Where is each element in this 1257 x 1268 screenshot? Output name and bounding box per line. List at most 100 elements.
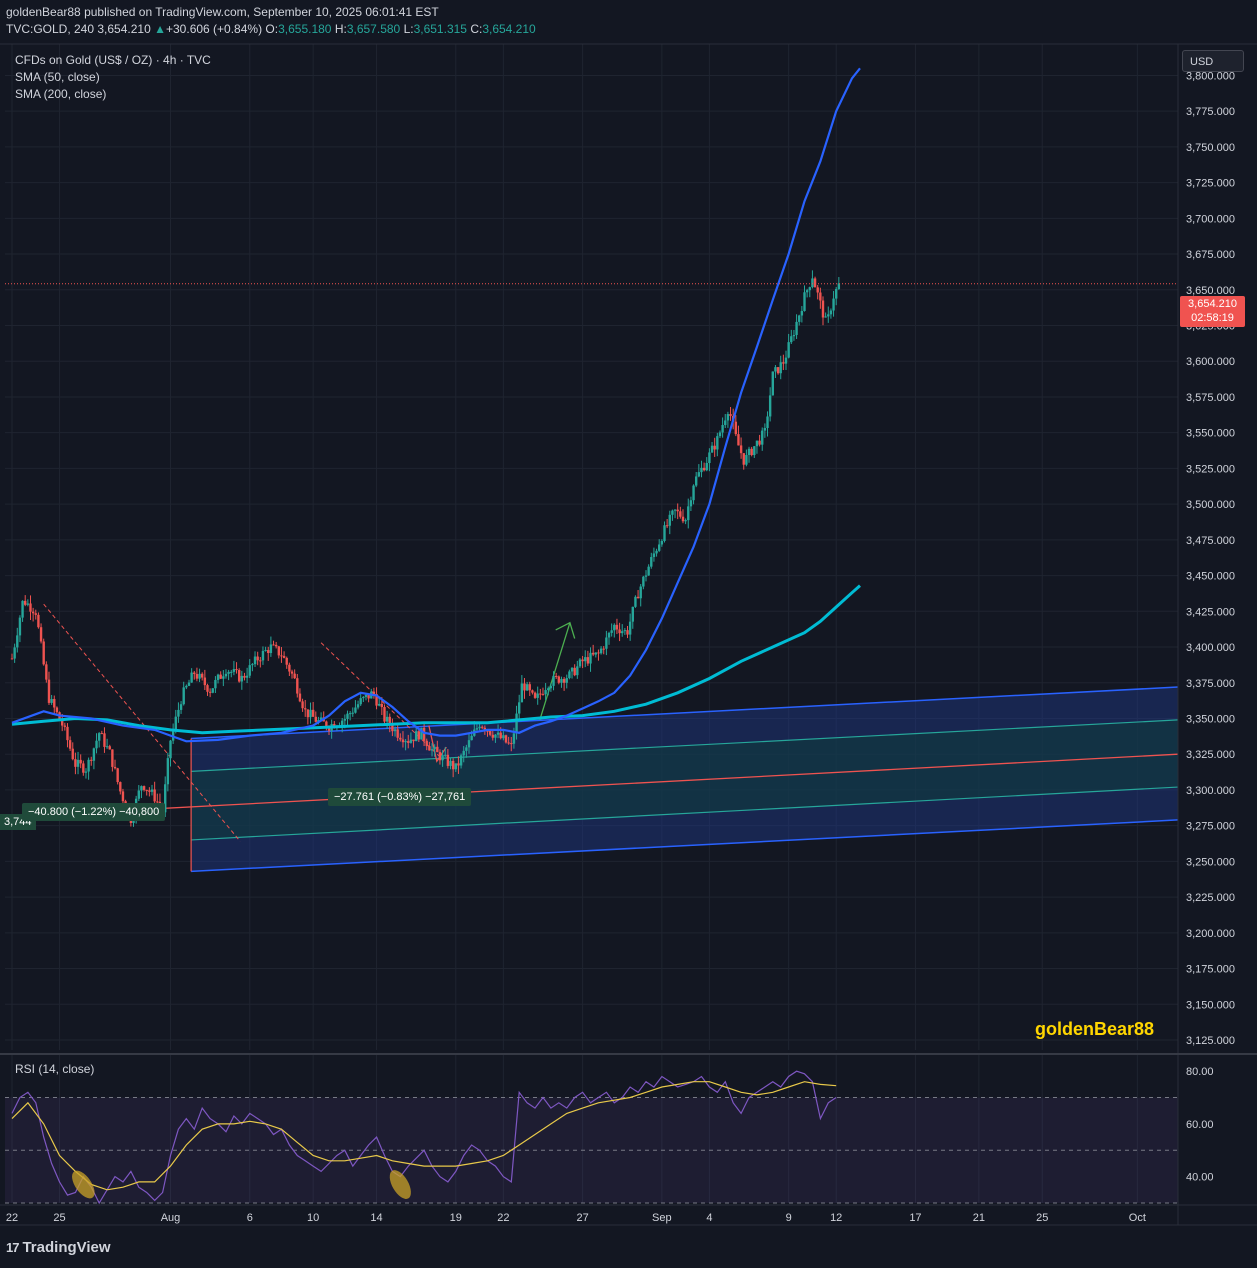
candle-body (724, 420, 727, 426)
candle-body (742, 453, 745, 465)
candle-body (803, 292, 806, 312)
candle-body (829, 310, 833, 315)
y-tick-label: 3,500.000 (1186, 499, 1235, 511)
candle-body (694, 476, 698, 486)
candle-body (140, 786, 143, 791)
candle-body (311, 709, 315, 717)
candle-body (53, 699, 56, 708)
candle-body (47, 679, 51, 703)
candle-body (710, 445, 714, 453)
candle-body (605, 637, 608, 649)
candle-body (364, 694, 368, 697)
candle-body (359, 698, 362, 705)
y-tick-label: 3,650.000 (1186, 285, 1235, 297)
candle-body (425, 740, 428, 747)
candle-body (729, 414, 732, 416)
candle-body (560, 678, 563, 683)
candle-body (251, 664, 254, 666)
measure-label-left: −40.800 (−1.22%) −40,800 (22, 803, 166, 821)
candle-body (702, 467, 706, 471)
open-value: 3,655.180 (278, 22, 332, 36)
candle-body (782, 362, 785, 364)
candle-body (628, 621, 632, 635)
candle-body (531, 690, 534, 693)
candle-body (380, 703, 384, 708)
x-tick-label: 25 (53, 1212, 65, 1224)
change-value: +30.606 (+0.84%) (166, 22, 263, 36)
candle-body (647, 566, 650, 576)
candle-body (10, 658, 14, 660)
candle-body (663, 525, 666, 541)
currency-button[interactable]: USD (1182, 50, 1244, 72)
candle-body (256, 656, 259, 661)
candle-body (383, 707, 386, 722)
rsi-tick-label: 60.00 (1186, 1119, 1214, 1131)
candle-body (805, 290, 809, 293)
symbol[interactable]: TVC:GOLD, 240 (6, 22, 94, 36)
candle-body (705, 463, 708, 471)
x-tick-label: 22 (497, 1212, 509, 1224)
candle-body (576, 666, 579, 676)
sma200-legend[interactable]: SMA (200, close) (15, 87, 106, 101)
candle-body (301, 701, 304, 709)
chart-grid (5, 44, 1178, 1203)
candle-body (385, 716, 389, 722)
tradingview-brand[interactable]: 17 TradingView (6, 1239, 111, 1256)
rsi-legend[interactable]: RSI (14, close) (15, 1062, 94, 1076)
candle-body (401, 739, 405, 743)
y-tick-label: 3,225.000 (1186, 892, 1235, 904)
candle-body (578, 659, 582, 667)
candle-body (813, 278, 817, 288)
candle-body (108, 746, 111, 750)
candle-body (227, 671, 230, 674)
candle-body (768, 395, 772, 417)
candle-body (634, 596, 637, 607)
candle-body (74, 759, 77, 767)
candle-body (668, 514, 671, 526)
candle-body (137, 790, 140, 799)
candle-body (377, 703, 381, 706)
measure-label-mid: −27.761 (−0.83%) −27,761 (328, 788, 472, 806)
candle-body (214, 679, 217, 689)
y-tick-label: 3,325.000 (1186, 749, 1235, 761)
candle-body (708, 452, 711, 464)
candle-body (800, 311, 804, 316)
candle-body (496, 732, 500, 735)
x-tick-label: 22 (6, 1212, 18, 1224)
candle-body (26, 603, 30, 605)
candle-body (280, 655, 283, 657)
candle-body (24, 600, 27, 605)
candle-body (351, 712, 354, 714)
candle-body (224, 673, 228, 677)
sma50-legend[interactable]: SMA (50, close) (15, 70, 100, 84)
candle-body (55, 707, 59, 713)
candle-body (827, 314, 830, 317)
x-tick-label: 27 (576, 1212, 588, 1224)
candle-body (232, 669, 236, 672)
candle-body (684, 520, 687, 522)
candle-body (644, 575, 648, 577)
candle-body (253, 656, 257, 665)
candle-body (219, 674, 222, 679)
candle-body (274, 644, 278, 647)
candle-body (79, 759, 82, 764)
x-tick-label: 17 (909, 1212, 921, 1224)
candle-body (541, 693, 545, 695)
candle-body (533, 692, 537, 698)
x-tick-label: 6 (247, 1212, 253, 1224)
candle-body (549, 685, 553, 689)
rsi-panel (5, 1070, 1178, 1205)
candle-body (105, 746, 109, 748)
candle-body (63, 725, 67, 727)
candle-body (584, 657, 587, 662)
candle-body (739, 445, 743, 454)
candle-body (726, 414, 730, 421)
candle-body (436, 746, 439, 753)
candle-body (314, 716, 317, 722)
chart-title[interactable]: CFDs on Gold (US$ / OZ) · 4h · TVC (15, 53, 211, 67)
candle-body (37, 614, 40, 628)
candle-body (304, 708, 307, 710)
candle-body (31, 611, 35, 614)
y-tick-label: 3,375.000 (1186, 678, 1235, 690)
candle-body (499, 732, 502, 739)
